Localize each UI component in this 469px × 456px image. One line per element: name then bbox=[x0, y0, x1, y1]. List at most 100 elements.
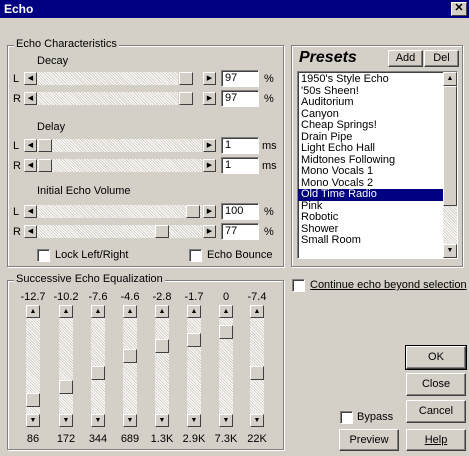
decay-left-input[interactable]: 97 bbox=[221, 70, 259, 87]
eq-band-up-button[interactable]: ▲ bbox=[91, 305, 105, 318]
eq-band-down-button[interactable]: ▼ bbox=[187, 414, 201, 427]
preset-item[interactable]: Light Echo Hall bbox=[298, 142, 443, 155]
equalization-label: Successive Echo Equalization bbox=[14, 273, 165, 285]
decay-right-track[interactable] bbox=[37, 92, 178, 105]
volume-right-unit: % bbox=[264, 226, 274, 238]
eq-band-up-button[interactable]: ▲ bbox=[26, 305, 40, 318]
preview-button[interactable]: Preview bbox=[339, 429, 399, 451]
decay-left-scroll-left[interactable]: ◀ bbox=[24, 72, 37, 85]
volume-left-input[interactable]: 100 bbox=[221, 203, 259, 220]
continue-echo-checkbox[interactable] bbox=[292, 279, 305, 292]
eq-band-frequency: 86 bbox=[26, 433, 40, 445]
delay-right-channel-label: R bbox=[13, 160, 21, 172]
eq-band-gain: -1.7 bbox=[184, 291, 204, 303]
volume-right-scroll-right[interactable]: ▶ bbox=[203, 225, 216, 238]
presets-listbox[interactable]: 1950's Style Echo '50s Sheen! Auditorium Ca… bbox=[297, 71, 458, 259]
eq-band-down-button[interactable]: ▼ bbox=[155, 414, 169, 427]
volume-right-scroll-left[interactable]: ◀ bbox=[24, 225, 37, 238]
volume-left-channel-label: L bbox=[13, 206, 20, 218]
delay-left-thumb[interactable] bbox=[38, 139, 52, 152]
eq-band-frequency: 172 bbox=[56, 433, 76, 445]
preset-item[interactable]: Small Room bbox=[298, 234, 443, 247]
window-title: Echo bbox=[4, 2, 34, 16]
decay-right-scroll-right[interactable]: ▶ bbox=[203, 92, 216, 105]
eq-band-track[interactable] bbox=[59, 318, 73, 414]
delay-left-scroll-right[interactable]: ▶ bbox=[203, 139, 216, 152]
echo-bounce-label[interactable]: Echo Bounce bbox=[207, 249, 272, 261]
cancel-button[interactable]: Cancel bbox=[406, 400, 466, 423]
delay-right-unit: ms bbox=[262, 160, 277, 172]
delay-left-input[interactable]: 1 bbox=[221, 137, 259, 154]
eq-band-thumb[interactable] bbox=[187, 332, 201, 347]
eq-band-track[interactable] bbox=[123, 318, 137, 414]
delay-left-scroll-left[interactable]: ◀ bbox=[24, 139, 37, 152]
decay-left-scroll-right[interactable]: ▶ bbox=[203, 72, 216, 85]
delay-right-track[interactable] bbox=[37, 159, 202, 172]
volume-left-track[interactable] bbox=[37, 205, 202, 218]
help-button[interactable]: Help bbox=[406, 429, 466, 451]
eq-band-thumb[interactable] bbox=[250, 365, 264, 380]
eq-band-up-button[interactable]: ▲ bbox=[250, 305, 264, 318]
delay-right-scroll-left[interactable]: ◀ bbox=[24, 159, 37, 172]
close-window-button[interactable]: ✕ bbox=[451, 2, 467, 16]
eq-band-gain: -7.6 bbox=[88, 291, 108, 303]
eq-band-down-button[interactable]: ▼ bbox=[91, 414, 105, 427]
presets-scroll-up[interactable]: ▲ bbox=[443, 72, 457, 86]
delay-right-thumb[interactable] bbox=[38, 159, 52, 172]
continue-echo-label[interactable]: Continue echo beyond selection bbox=[310, 279, 467, 291]
eq-band-down-button[interactable]: ▼ bbox=[123, 414, 137, 427]
eq-band-thumb[interactable] bbox=[26, 393, 40, 408]
volume-left-thumb[interactable] bbox=[186, 205, 200, 218]
eq-band-up-button[interactable]: ▲ bbox=[59, 305, 73, 318]
volume-right-track[interactable] bbox=[37, 225, 202, 238]
preset-item[interactable]: Old Time Radio bbox=[298, 188, 443, 201]
volume-right-thumb[interactable] bbox=[155, 225, 169, 238]
eq-band-thumb[interactable] bbox=[59, 380, 73, 395]
lock-left-right-label[interactable]: Lock Left/Right bbox=[55, 249, 128, 261]
eq-band-up-button[interactable]: ▲ bbox=[123, 305, 137, 318]
eq-band-up-button[interactable]: ▲ bbox=[155, 305, 169, 318]
decay-right-scroll-left[interactable]: ◀ bbox=[24, 92, 37, 105]
eq-band-down-button[interactable]: ▼ bbox=[26, 414, 40, 427]
delay-left-channel-label: L bbox=[13, 140, 20, 152]
ok-button[interactable]: OK bbox=[405, 345, 467, 370]
decay-right-thumb[interactable] bbox=[179, 92, 193, 105]
eq-band-track[interactable] bbox=[155, 318, 169, 414]
decay-right-input[interactable]: 97 bbox=[221, 90, 259, 107]
preset-item[interactable]: Mono Vocals 1 bbox=[298, 165, 443, 178]
eq-band-thumb[interactable] bbox=[219, 324, 233, 339]
preset-item[interactable]: Robotic bbox=[298, 211, 443, 224]
delay-left-track[interactable] bbox=[37, 139, 202, 152]
volume-left-scroll-left[interactable]: ◀ bbox=[24, 205, 37, 218]
presets-scrollbar[interactable]: ▲ ▼ bbox=[443, 72, 457, 258]
delay-right-scroll-right[interactable]: ▶ bbox=[203, 159, 216, 172]
volume-right-input[interactable]: 77 bbox=[221, 223, 259, 240]
echo-bounce-checkbox[interactable] bbox=[189, 249, 202, 262]
volume-left-scroll-right[interactable]: ▶ bbox=[203, 205, 216, 218]
lock-left-right-checkbox[interactable] bbox=[37, 249, 50, 262]
bypass-checkbox[interactable] bbox=[340, 411, 353, 424]
presets-scroll-down[interactable]: ▼ bbox=[443, 244, 457, 258]
close-icon: ✕ bbox=[454, 2, 464, 14]
preset-item[interactable]: Auditorium bbox=[298, 96, 443, 109]
delay-right-input[interactable]: 1 bbox=[221, 157, 259, 174]
presets-add-button[interactable]: Add bbox=[388, 50, 423, 67]
eq-band-up-button[interactable]: ▲ bbox=[187, 305, 201, 318]
eq-band-down-button[interactable]: ▼ bbox=[59, 414, 73, 427]
presets-scroll-thumb[interactable] bbox=[443, 86, 457, 206]
presets-del-button[interactable]: Del bbox=[424, 50, 459, 67]
decay-left-track[interactable] bbox=[37, 72, 178, 85]
eq-band-up-button[interactable]: ▲ bbox=[219, 305, 233, 318]
decay-left-thumb[interactable] bbox=[179, 72, 193, 85]
eq-band-thumb[interactable] bbox=[155, 339, 169, 354]
volume-left-unit: % bbox=[264, 206, 274, 218]
eq-band-frequency: 1.3K bbox=[150, 433, 174, 445]
preset-item[interactable]: Cheap Springs! bbox=[298, 119, 443, 132]
eq-band-thumb[interactable] bbox=[123, 349, 137, 364]
close-button[interactable]: Close bbox=[406, 373, 466, 396]
eq-band-down-button[interactable]: ▼ bbox=[219, 414, 233, 427]
bypass-label[interactable]: Bypass bbox=[357, 411, 393, 423]
eq-band-down-button[interactable]: ▼ bbox=[250, 414, 264, 427]
preset-item[interactable]: 1950's Style Echo bbox=[298, 73, 443, 86]
eq-band-thumb[interactable] bbox=[91, 365, 105, 380]
